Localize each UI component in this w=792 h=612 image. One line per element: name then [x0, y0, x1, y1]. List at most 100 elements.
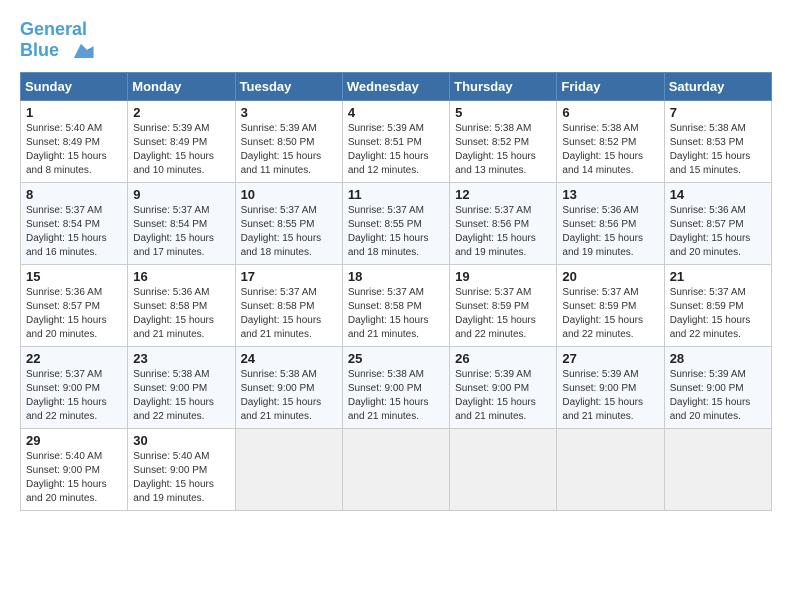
day-info: Sunrise: 5:40 AM Sunset: 9:00 PM Dayligh…	[133, 450, 229, 506]
day-info: Sunrise: 5:37 AM Sunset: 8:54 PM Dayligh…	[26, 204, 122, 260]
calendar-cell: 17 Sunrise: 5:37 AM Sunset: 8:58 PM Dayli…	[235, 264, 342, 346]
calendar-cell: 2 Sunrise: 5:39 AM Sunset: 8:49 PM Daylig…	[128, 100, 235, 182]
day-info: Sunrise: 5:38 AM Sunset: 9:00 PM Dayligh…	[241, 368, 337, 424]
calendar-cell: 14Sunrise: 5:36 AM Sunset: 8:57 PM Dayli…	[664, 182, 771, 264]
day-info: Sunrise: 5:40 AM Sunset: 9:00 PM Dayligh…	[26, 450, 122, 506]
day-info: Sunrise: 5:39 AM Sunset: 9:00 PM Dayligh…	[670, 368, 766, 424]
calendar-cell	[235, 428, 342, 510]
day-number: 16	[133, 269, 229, 284]
day-number: 28	[670, 351, 766, 366]
day-number: 5	[455, 105, 551, 120]
day-number: 13	[562, 187, 658, 202]
calendar-cell: 26 Sunrise: 5:39 AM Sunset: 9:00 PM Dayli…	[450, 346, 557, 428]
day-info: Sunrise: 5:38 AM Sunset: 9:00 PM Dayligh…	[133, 368, 229, 424]
calendar-cell: 5 Sunrise: 5:38 AM Sunset: 8:52 PM Daylig…	[450, 100, 557, 182]
day-info: Sunrise: 5:37 AM Sunset: 8:59 PM Dayligh…	[670, 286, 766, 342]
day-info: Sunrise: 5:36 AM Sunset: 8:56 PM Dayligh…	[562, 204, 658, 260]
day-info: Sunrise: 5:37 AM Sunset: 8:56 PM Dayligh…	[455, 204, 551, 260]
calendar-table: SundayMondayTuesdayWednesdayThursdayFrid…	[20, 72, 772, 511]
calendar-cell: 15 Sunrise: 5:36 AM Sunset: 8:57 PM Dayli…	[21, 264, 128, 346]
day-info: Sunrise: 5:40 AM Sunset: 8:49 PM Dayligh…	[26, 122, 122, 178]
day-number: 27	[562, 351, 658, 366]
calendar-cell: 3 Sunrise: 5:39 AM Sunset: 8:50 PM Daylig…	[235, 100, 342, 182]
day-info: Sunrise: 5:37 AM Sunset: 8:58 PM Dayligh…	[241, 286, 337, 342]
weekday-header: Sunday	[21, 72, 128, 100]
day-info: Sunrise: 5:37 AM Sunset: 8:59 PM Dayligh…	[562, 286, 658, 342]
day-number: 18	[348, 269, 444, 284]
day-info: Sunrise: 5:38 AM Sunset: 8:53 PM Dayligh…	[670, 122, 766, 178]
calendar-week-row: 1 Sunrise: 5:40 AM Sunset: 8:49 PM Daylig…	[21, 100, 772, 182]
day-number: 23	[133, 351, 229, 366]
day-number: 26	[455, 351, 551, 366]
calendar-cell: 6 Sunrise: 5:38 AM Sunset: 8:52 PM Daylig…	[557, 100, 664, 182]
day-info: Sunrise: 5:39 AM Sunset: 8:49 PM Dayligh…	[133, 122, 229, 178]
day-number: 12	[455, 187, 551, 202]
day-number: 24	[241, 351, 337, 366]
calendar-cell	[450, 428, 557, 510]
day-info: Sunrise: 5:36 AM Sunset: 8:58 PM Dayligh…	[133, 286, 229, 342]
day-info: Sunrise: 5:39 AM Sunset: 8:50 PM Dayligh…	[241, 122, 337, 178]
day-number: 21	[670, 269, 766, 284]
day-number: 7	[670, 105, 766, 120]
calendar-cell: 11 Sunrise: 5:37 AM Sunset: 8:55 PM Dayli…	[342, 182, 449, 264]
day-info: Sunrise: 5:37 AM Sunset: 8:58 PM Dayligh…	[348, 286, 444, 342]
calendar-cell	[557, 428, 664, 510]
day-info: Sunrise: 5:39 AM Sunset: 9:00 PM Dayligh…	[562, 368, 658, 424]
calendar-cell	[342, 428, 449, 510]
day-number: 30	[133, 433, 229, 448]
day-info: Sunrise: 5:39 AM Sunset: 9:00 PM Dayligh…	[455, 368, 551, 424]
day-info: Sunrise: 5:36 AM Sunset: 8:57 PM Dayligh…	[26, 286, 122, 342]
day-number: 1	[26, 105, 122, 120]
calendar-cell	[664, 428, 771, 510]
weekday-header: Thursday	[450, 72, 557, 100]
calendar-header-row: SundayMondayTuesdayWednesdayThursdayFrid…	[21, 72, 772, 100]
calendar-cell: 16 Sunrise: 5:36 AM Sunset: 8:58 PM Dayli…	[128, 264, 235, 346]
calendar-cell: 18 Sunrise: 5:37 AM Sunset: 8:58 PM Dayli…	[342, 264, 449, 346]
day-info: Sunrise: 5:38 AM Sunset: 8:52 PM Dayligh…	[562, 122, 658, 178]
logo-text2: Blue	[20, 40, 95, 62]
day-number: 15	[26, 269, 122, 284]
logo: General Blue	[20, 20, 95, 62]
day-info: Sunrise: 5:37 AM Sunset: 9:00 PM Dayligh…	[26, 368, 122, 424]
logo-text: General	[20, 20, 95, 40]
weekday-header: Wednesday	[342, 72, 449, 100]
day-number: 10	[241, 187, 337, 202]
calendar-week-row: 22Sunrise: 5:37 AM Sunset: 9:00 PM Dayli…	[21, 346, 772, 428]
day-info: Sunrise: 5:37 AM Sunset: 8:54 PM Dayligh…	[133, 204, 229, 260]
day-number: 6	[562, 105, 658, 120]
calendar-cell: 24 Sunrise: 5:38 AM Sunset: 9:00 PM Dayli…	[235, 346, 342, 428]
day-number: 4	[348, 105, 444, 120]
calendar-cell: 20 Sunrise: 5:37 AM Sunset: 8:59 PM Dayli…	[557, 264, 664, 346]
calendar-cell: 12 Sunrise: 5:37 AM Sunset: 8:56 PM Dayli…	[450, 182, 557, 264]
day-info: Sunrise: 5:38 AM Sunset: 8:52 PM Dayligh…	[455, 122, 551, 178]
calendar-cell: 4 Sunrise: 5:39 AM Sunset: 8:51 PM Daylig…	[342, 100, 449, 182]
calendar-cell: 21 Sunrise: 5:37 AM Sunset: 8:59 PM Dayli…	[664, 264, 771, 346]
calendar-cell: 23 Sunrise: 5:38 AM Sunset: 9:00 PM Dayli…	[128, 346, 235, 428]
day-info: Sunrise: 5:37 AM Sunset: 8:59 PM Dayligh…	[455, 286, 551, 342]
calendar-week-row: 8 Sunrise: 5:37 AM Sunset: 8:54 PM Daylig…	[21, 182, 772, 264]
day-info: Sunrise: 5:37 AM Sunset: 8:55 PM Dayligh…	[348, 204, 444, 260]
page-header: General Blue	[20, 20, 772, 62]
weekday-header: Friday	[557, 72, 664, 100]
calendar-cell: 29Sunrise: 5:40 AM Sunset: 9:00 PM Dayli…	[21, 428, 128, 510]
day-number: 2	[133, 105, 229, 120]
day-number: 25	[348, 351, 444, 366]
weekday-header: Monday	[128, 72, 235, 100]
calendar-cell: 8 Sunrise: 5:37 AM Sunset: 8:54 PM Daylig…	[21, 182, 128, 264]
calendar-week-row: 15 Sunrise: 5:36 AM Sunset: 8:57 PM Dayli…	[21, 264, 772, 346]
day-number: 17	[241, 269, 337, 284]
calendar-week-row: 29Sunrise: 5:40 AM Sunset: 9:00 PM Dayli…	[21, 428, 772, 510]
day-number: 8	[26, 187, 122, 202]
weekday-header: Saturday	[664, 72, 771, 100]
day-number: 11	[348, 187, 444, 202]
day-number: 19	[455, 269, 551, 284]
calendar-cell: 27 Sunrise: 5:39 AM Sunset: 9:00 PM Dayli…	[557, 346, 664, 428]
calendar-cell: 22Sunrise: 5:37 AM Sunset: 9:00 PM Dayli…	[21, 346, 128, 428]
calendar-cell: 25Sunrise: 5:38 AM Sunset: 9:00 PM Dayli…	[342, 346, 449, 428]
day-info: Sunrise: 5:39 AM Sunset: 8:51 PM Dayligh…	[348, 122, 444, 178]
day-number: 20	[562, 269, 658, 284]
calendar-cell: 19 Sunrise: 5:37 AM Sunset: 8:59 PM Dayli…	[450, 264, 557, 346]
day-number: 3	[241, 105, 337, 120]
calendar-cell: 1 Sunrise: 5:40 AM Sunset: 8:49 PM Daylig…	[21, 100, 128, 182]
day-number: 14	[670, 187, 766, 202]
